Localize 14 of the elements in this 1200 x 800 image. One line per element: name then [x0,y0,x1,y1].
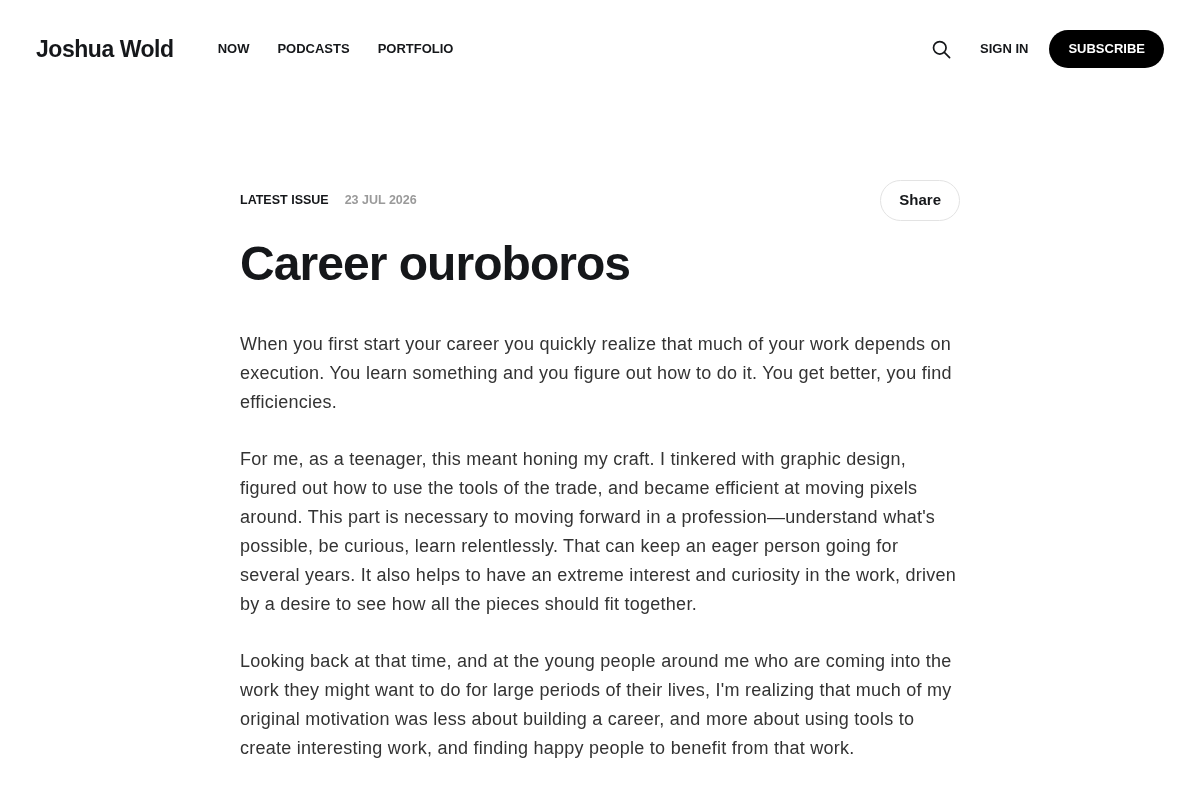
nav-link[interactable]: PODCASTS [277,39,350,59]
nav-link[interactable]: PORTFOLIO [377,39,454,59]
search-button[interactable] [930,38,952,60]
article-paragraph: When you first start your career you quickly realize that much of your work depends on execution. You learn something and you figure out how to do it. You get better, you find efficiencies. [240,333,953,414]
article-paragraph: Looking back at that time, and at the young people around me who are coming into the work they might want to do for large periods of their lives, I'm realizing that much of my original motivation was less about building a career, and more about using tools to create interesting work, and finding happy people to benefit from that work. [240,650,953,760]
article-paragraph: For me, as a teenager, this meant honing my craft. I tinkered with graphic design, figured out how to use the tools of the trade, and became efficient at moving pixels around. This part is necessary to moving forward in a profession—understand what's possible, be curious, learn relentlessly. That can keep an eager person going for several years. It also helps to have an extreme interest and curiosity in the work, driven by a desire to see how all the pieces should fit together. [240,448,957,616]
sign-in-link[interactable]: SIGN IN [980,39,1029,59]
search-icon [931,39,951,59]
article-title: Career ouroboros [240,240,632,288]
post-date: 23 JUL 2026 [344,192,417,210]
post-tag: LATEST ISSUE [240,191,329,210]
site-logo[interactable]: Joshua Wold [36,31,174,67]
nav-link[interactable]: NOW [217,39,250,59]
subscribe-button[interactable]: SUBSCRIBE [1049,30,1164,68]
